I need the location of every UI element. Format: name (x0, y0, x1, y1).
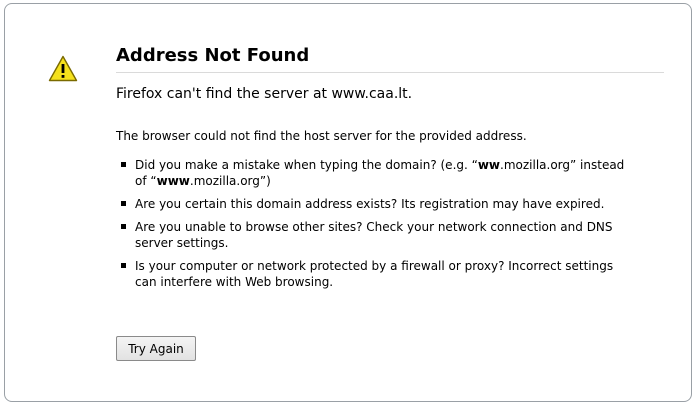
suggestion-text: Are you unable to browse other sites? Ch… (135, 220, 613, 250)
warning-icon (48, 55, 78, 82)
bullet-icon (121, 201, 126, 206)
suggestion-item-typo: Did you make a mistake when typing the d… (116, 157, 636, 189)
suggestion-item-network: Are you unable to browse other sites? Ch… (116, 219, 636, 251)
try-again-button[interactable]: Try Again (116, 336, 196, 361)
suggestion-list: Did you make a mistake when typing the d… (116, 157, 636, 290)
error-long-description: The browser could not find the host serv… (116, 128, 664, 290)
error-page-container: Address Not Found Firefox can't find the… (4, 3, 692, 402)
error-title: Address Not Found (116, 44, 664, 73)
bullet-icon (121, 162, 126, 167)
suggestion-text: Did you make a mistake when typing the d… (135, 158, 625, 188)
error-intro-text: The browser could not find the host serv… (116, 129, 527, 143)
suggestion-item-firewall: Is your computer or network protected by… (116, 258, 636, 290)
bullet-icon (121, 263, 126, 268)
suggestion-item-domain-exists: Are you certain this domain address exis… (116, 196, 636, 212)
error-content: Address Not Found Firefox can't find the… (116, 44, 664, 297)
error-short-description: Firefox can't find the server at www.caa… (116, 86, 413, 102)
suggestion-text: Are you certain this domain address exis… (135, 197, 605, 211)
suggestion-text: Is your computer or network protected by… (135, 259, 614, 289)
bullet-icon (121, 224, 126, 229)
